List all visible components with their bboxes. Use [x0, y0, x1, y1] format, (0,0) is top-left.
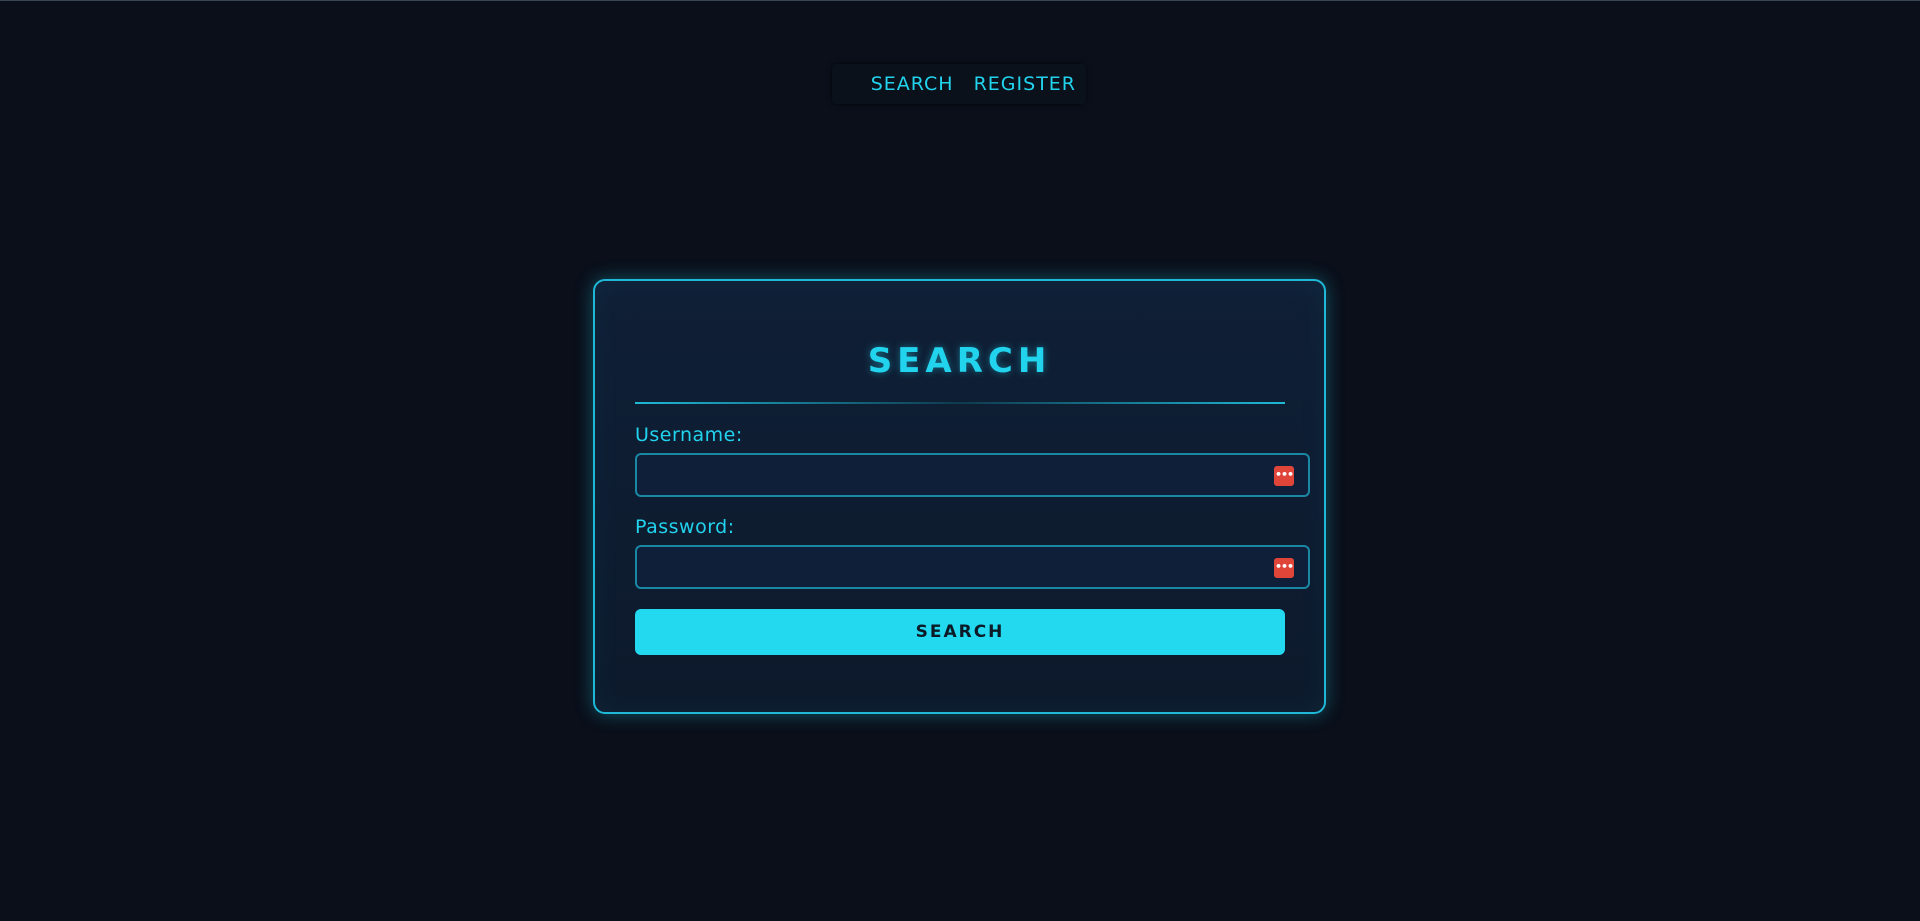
username-input[interactable] — [637, 455, 1308, 495]
password-manager-icon[interactable]: ••• — [1274, 558, 1294, 578]
title-divider — [635, 402, 1285, 404]
nav-link-search[interactable]: SEARCH — [871, 73, 954, 95]
password-manager-icon[interactable]: ••• — [1274, 466, 1294, 486]
nav-link-register[interactable]: REGISTER — [974, 73, 1076, 95]
username-label: Username: — [635, 424, 743, 446]
password-field-wrapper: ••• — [635, 545, 1310, 589]
search-card: SEARCH Username: ••• Password: ••• SEARC… — [593, 279, 1326, 714]
card-title: SEARCH — [867, 341, 1052, 381]
top-nav: SEARCH REGISTER — [832, 64, 1086, 104]
password-input[interactable] — [637, 547, 1308, 587]
search-button[interactable]: SEARCH — [635, 609, 1285, 655]
password-label: Password: — [635, 516, 735, 538]
top-border-line — [0, 0, 1920, 1]
username-field-wrapper: ••• — [635, 453, 1310, 497]
